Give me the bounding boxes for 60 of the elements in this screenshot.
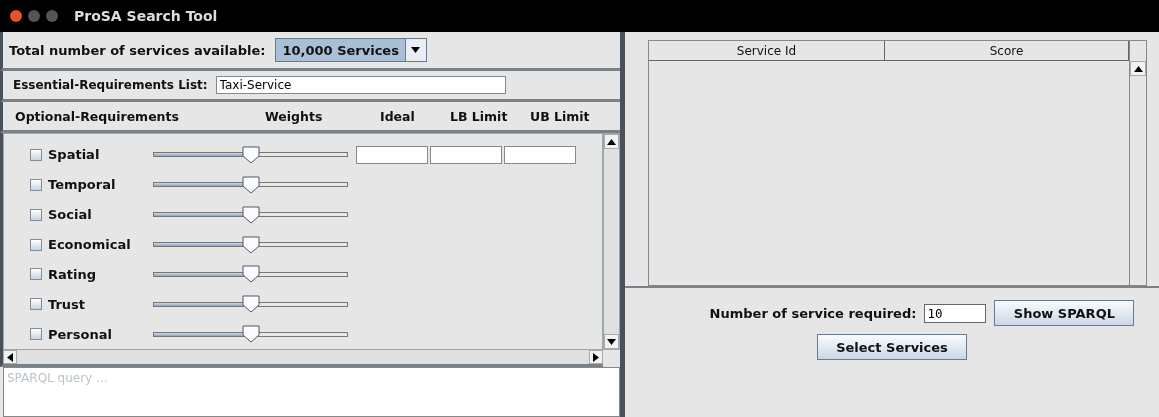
- weight-slider[interactable]: [153, 235, 348, 254]
- sparql-query-field[interactable]: SPARQL query ...: [3, 367, 620, 417]
- checkbox[interactable]: [30, 268, 42, 281]
- weight-slider[interactable]: [153, 175, 348, 194]
- lb-limit-field[interactable]: [430, 145, 502, 164]
- essential-field[interactable]: Taxi-Service: [215, 76, 506, 94]
- weight-slider[interactable]: [153, 205, 348, 224]
- checkbox[interactable]: [30, 178, 42, 191]
- requirement-label: Spatial: [47, 147, 101, 163]
- ub-limit-field[interactable]: [504, 145, 576, 164]
- slider-thumb[interactable]: [241, 175, 260, 194]
- services-label: Total number of services available:: [9, 42, 266, 58]
- horizontal-scrollbar[interactable]: [0, 350, 603, 367]
- weight-slider[interactable]: [153, 295, 348, 314]
- window-title: ProSA Search Tool: [74, 8, 218, 24]
- column-header: Ideal: [380, 108, 416, 124]
- down-arrow-icon[interactable]: [411, 47, 421, 53]
- right-arrow-icon[interactable]: [593, 352, 599, 362]
- column-header: LB Limit: [450, 108, 509, 124]
- slider-thumb[interactable]: [241, 325, 260, 344]
- requirement-label: Trust: [47, 296, 87, 312]
- requirement-label: Economical: [47, 237, 132, 252]
- close-button[interactable]: [10, 10, 22, 22]
- slider-thumb[interactable]: [241, 205, 260, 224]
- services-dropdown[interactable]: 10,000 Services: [275, 38, 427, 62]
- column-header: UB Limit: [530, 108, 591, 124]
- vertical-scrollbar[interactable]: [603, 133, 620, 350]
- requirement-label: Social: [47, 207, 93, 223]
- essential-label: Essential-Requirements List:: [13, 78, 208, 92]
- column-header: Optional-Requirements: [15, 108, 180, 124]
- column-header: Weights: [265, 108, 324, 124]
- slider-thumb[interactable]: [241, 235, 260, 254]
- select-services-button[interactable]: Select Services: [817, 334, 967, 360]
- checkbox[interactable]: [30, 208, 42, 221]
- column-header: Score: [885, 41, 1129, 60]
- slider-thumb[interactable]: [241, 265, 260, 284]
- up-arrow-icon[interactable]: [1133, 65, 1143, 72]
- required-count-field[interactable]: 10: [924, 303, 987, 323]
- down-arrow-icon[interactable]: [607, 338, 616, 345]
- up-arrow-icon[interactable]: [607, 138, 616, 145]
- requirement-label: Temporal: [47, 177, 117, 193]
- minimize-button[interactable]: [28, 10, 40, 22]
- column-header: Service Id: [649, 41, 885, 60]
- checkbox[interactable]: [30, 238, 42, 251]
- checkbox[interactable]: [30, 298, 42, 311]
- maximize-button[interactable]: [46, 10, 58, 22]
- left-arrow-icon[interactable]: [7, 352, 13, 362]
- weight-slider[interactable]: [153, 145, 348, 164]
- checkbox[interactable]: [30, 328, 42, 341]
- ideal-field[interactable]: [356, 145, 428, 164]
- checkbox[interactable]: [30, 148, 42, 161]
- vertical-scrollbar[interactable]: [1130, 40, 1147, 286]
- requirement-label: Personal: [47, 326, 113, 342]
- weight-slider[interactable]: [153, 325, 348, 344]
- show-sparql-button[interactable]: Show SPARQL: [994, 300, 1135, 326]
- requirement-label: Rating: [47, 266, 97, 282]
- slider-thumb[interactable]: [241, 295, 260, 314]
- required-label: Number of service required:: [709, 305, 917, 321]
- weight-slider[interactable]: [153, 265, 348, 284]
- slider-thumb[interactable]: [241, 145, 260, 164]
